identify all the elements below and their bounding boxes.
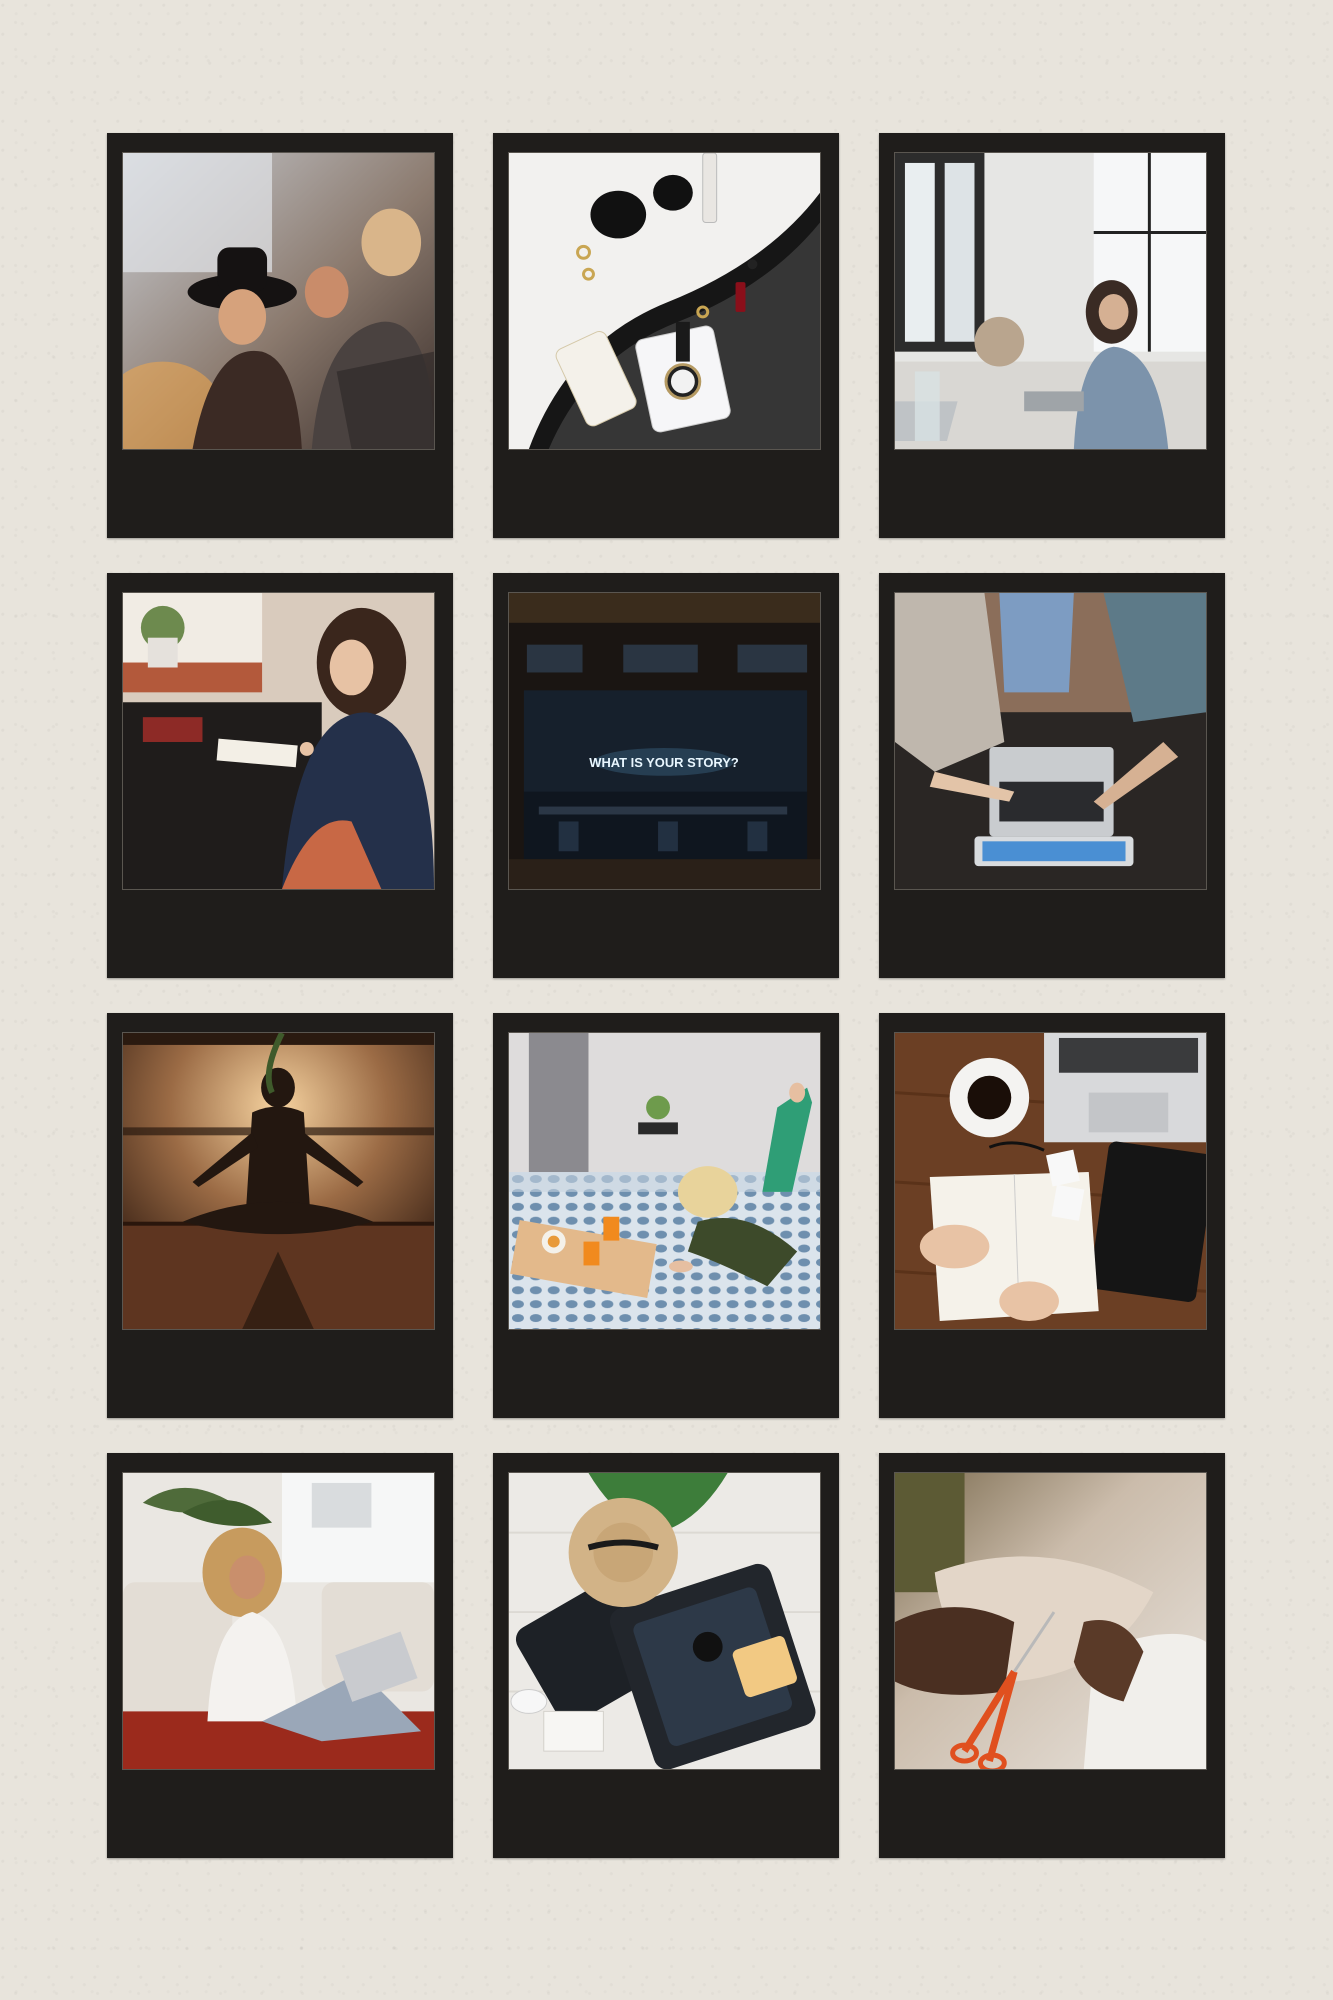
polaroid-frame[interactable]: [879, 133, 1225, 538]
photo-woman-cafe-window: [894, 152, 1207, 450]
photo-friends-laughing: [122, 152, 435, 450]
polaroid-frame[interactable]: [493, 133, 839, 538]
photo-woman-writing-desk: [122, 592, 435, 890]
polaroid-frame[interactable]: WHAT IS YOUR STORY?: [493, 573, 839, 978]
photo-neon-sign-window: WHAT IS YOUR STORY?: [508, 592, 821, 890]
polaroid-frame[interactable]: [107, 1013, 453, 1418]
polaroid-frame[interactable]: [879, 1453, 1225, 1858]
neon-sign-text: WHAT IS YOUR STORY?: [589, 755, 739, 770]
photo-woman-laptop-floor: [122, 1472, 435, 1770]
polaroid-frame[interactable]: [879, 1013, 1225, 1418]
photo-hands-scissors-fabric: [894, 1472, 1207, 1770]
polaroid-frame[interactable]: [107, 573, 453, 978]
polaroid-frame[interactable]: [493, 1453, 839, 1858]
polaroid-frame[interactable]: [493, 1013, 839, 1418]
photo-open-suitcase-hat: [508, 1472, 821, 1770]
polaroid-frame[interactable]: [107, 133, 453, 538]
photo-breakfast-in-bed: [508, 1032, 821, 1330]
polaroid-frame[interactable]: [107, 1453, 453, 1858]
photo-flatlay-accessories: [508, 152, 821, 450]
polaroid-grid: WHAT IS YOUR STORY?: [107, 133, 1225, 1858]
photo-group-laptop-overhead: [894, 592, 1207, 890]
photo-yoga-meditation: [122, 1032, 435, 1330]
polaroid-frame[interactable]: [879, 573, 1225, 978]
photo-journal-coffee-laptop: [894, 1032, 1207, 1330]
